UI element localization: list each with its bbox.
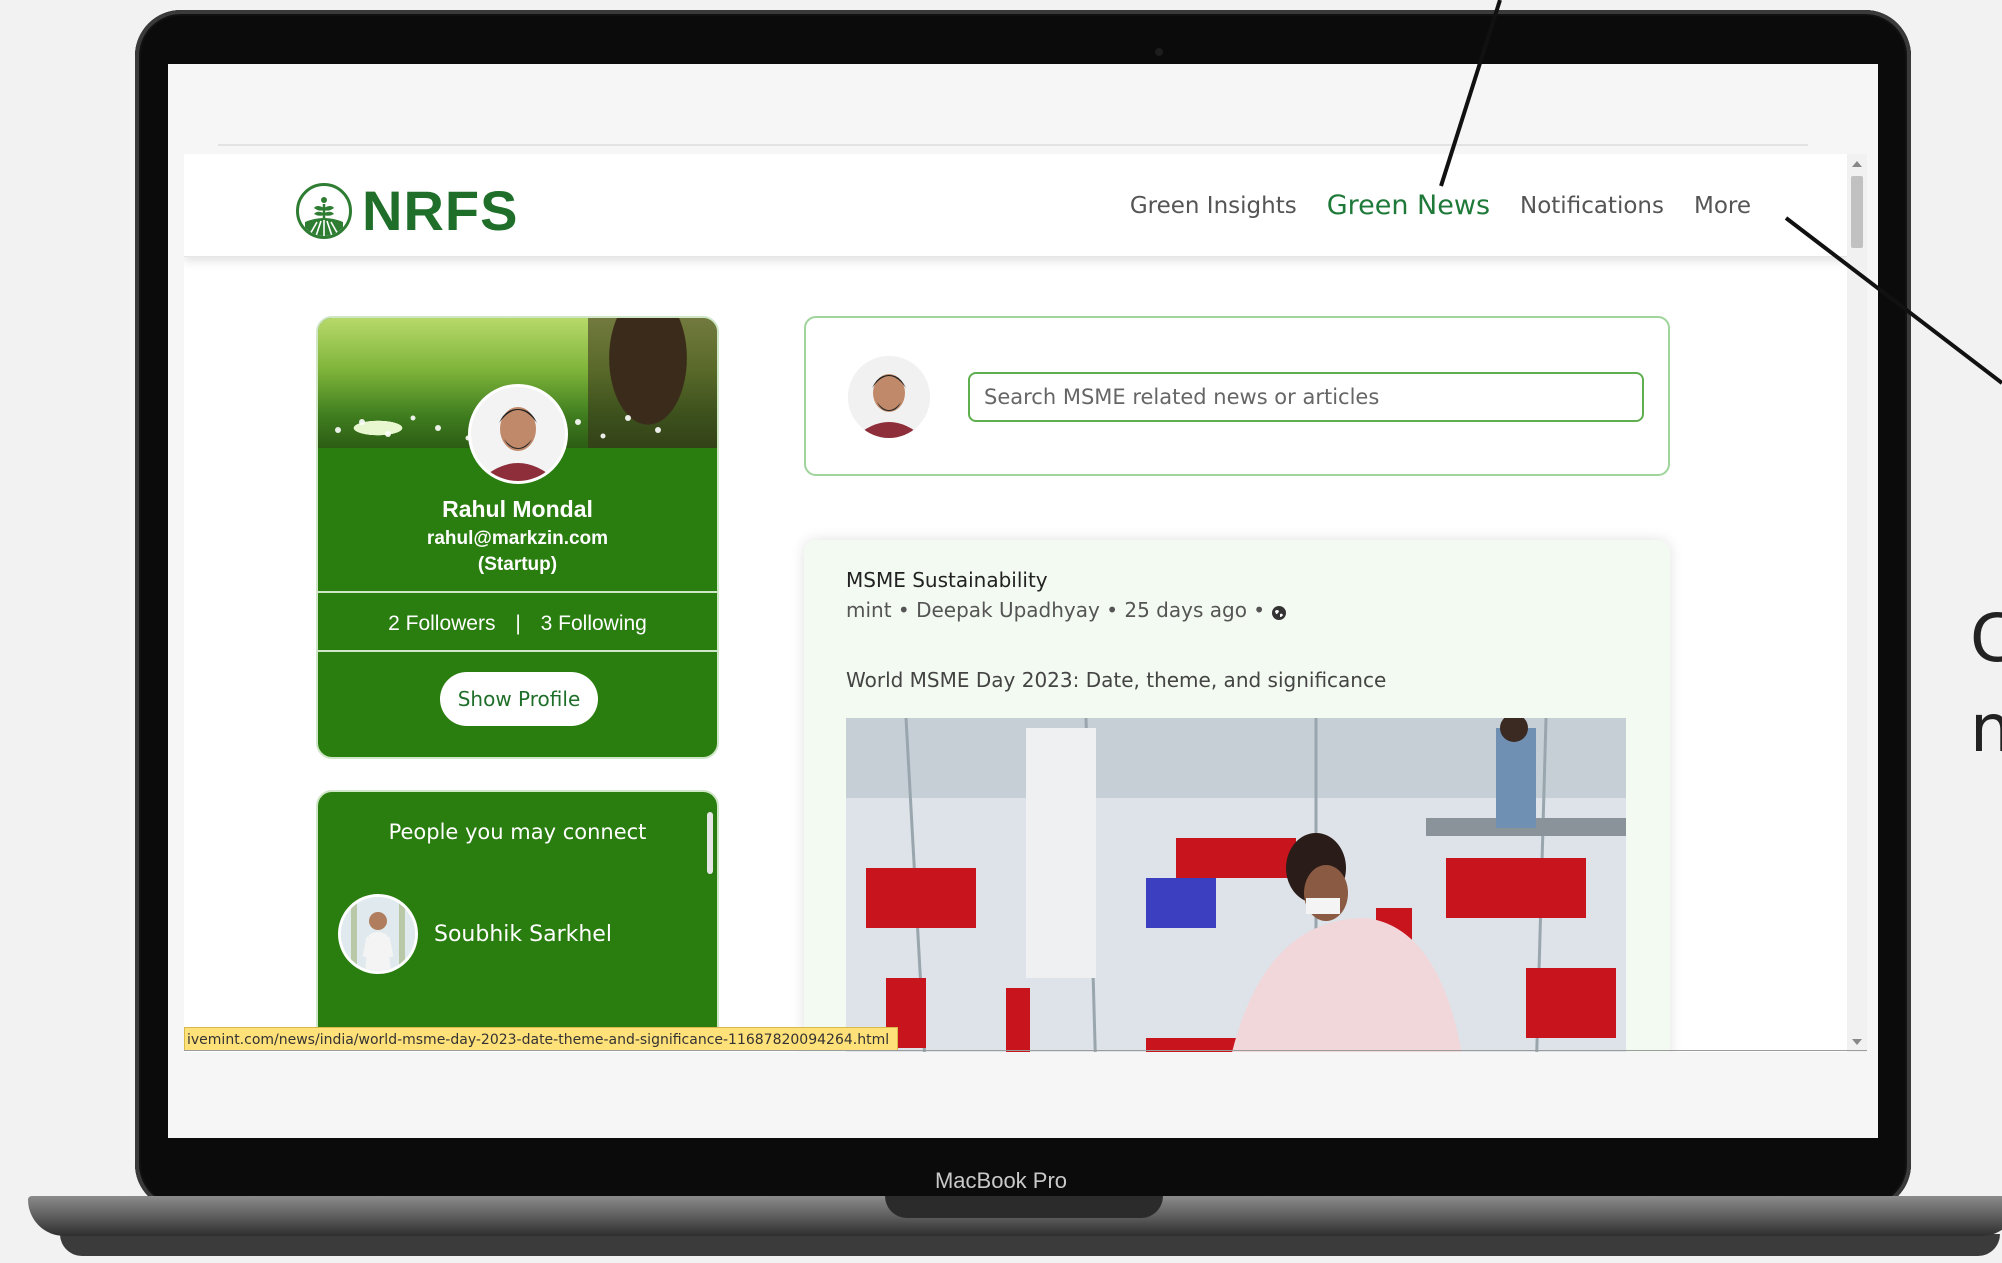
annotation-text-fragment: n xyxy=(1970,690,2002,767)
annotation-text-fragment: C xyxy=(1970,600,2002,677)
annotation-lines xyxy=(1439,0,2002,385)
